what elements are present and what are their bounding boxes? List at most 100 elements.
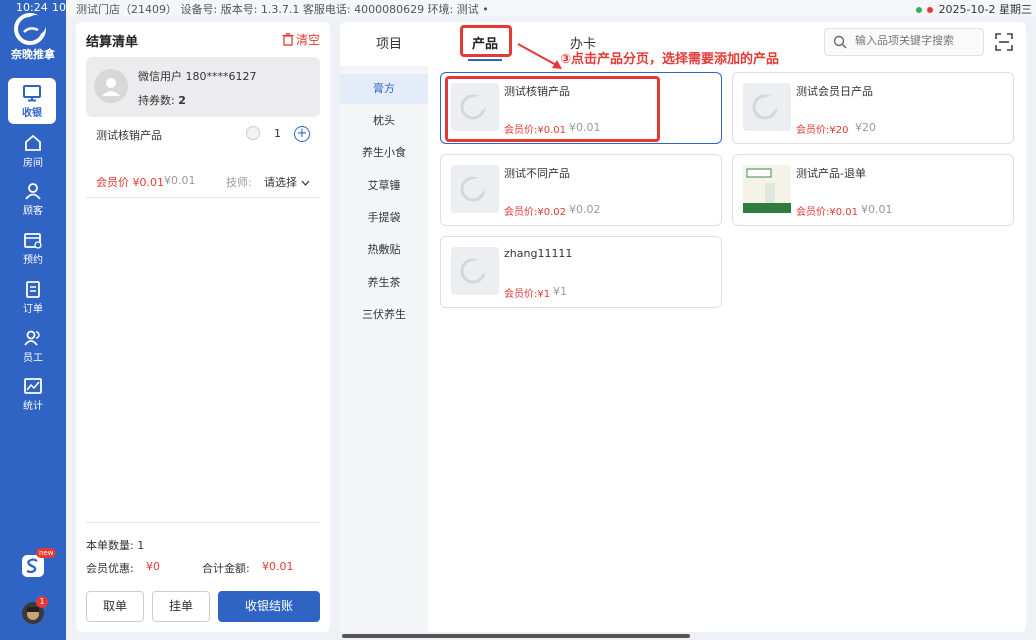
annotation-tab-highlight	[460, 25, 512, 57]
clear-label: 清空	[295, 33, 320, 47]
search-input[interactable]	[855, 34, 979, 47]
item-count: 本单数量: 1	[86, 539, 145, 552]
staff-icon	[24, 330, 40, 346]
product-thumbnail	[743, 165, 791, 213]
sidebar: 10:24 10 奈晚推拿 收银 房间 顾客 预约 订单 员工 统计 new 1	[0, 0, 66, 640]
product-card[interactable]: 测试产品-退单 会员价:¥0.01 ¥0.01	[732, 154, 1014, 226]
category-item[interactable]: 热敷贴	[340, 235, 428, 265]
nav-label: 订单	[23, 304, 43, 315]
clear-button[interactable]: 清空	[282, 31, 320, 48]
nav-label: 房间	[23, 158, 43, 169]
clipboard-icon	[26, 281, 40, 298]
tech-select[interactable]: 请选择	[264, 174, 310, 190]
member-card[interactable]: 微信用户 180****6127 持券数: 2	[86, 57, 320, 117]
product-name: 测试不同产品	[504, 167, 570, 180]
product-name: 测试产品-退单	[796, 167, 866, 180]
settlement-panel: 结算清单 清空 微信用户 180****6127 持券数: 2 测试核销产品 1…	[76, 22, 330, 632]
coupon-count: 持券数: 2	[138, 92, 186, 108]
tab-underline	[468, 59, 502, 61]
product-card[interactable]: 测试会员日产品 会员价:¥20 ¥20	[732, 72, 1014, 144]
avatar	[94, 69, 128, 103]
placeholder-logo-icon	[752, 94, 778, 120]
product-card[interactable]: 测试不同产品 会员价:¥0.02 ¥0.02	[440, 154, 722, 226]
avatar-placeholder-icon	[102, 78, 120, 96]
divider	[86, 522, 320, 523]
qty-plus-button[interactable]: +	[294, 126, 310, 142]
qty-value: 1	[274, 127, 281, 140]
status-bar: 测试门店（21409） 设备号: 版本号: 1.3.7.1 客服电话: 4000…	[0, 0, 1036, 16]
member-name: 微信用户 180****6127	[138, 70, 257, 83]
nav-room[interactable]: 房间	[0, 130, 66, 176]
category-item[interactable]: 三伏养生	[340, 300, 428, 330]
nav-customer[interactable]: 顾客	[0, 178, 66, 224]
product-name: 测试会员日产品	[796, 85, 873, 98]
product-member-price: 会员价:¥0.01	[796, 207, 858, 218]
qty-minus-button[interactable]	[246, 126, 260, 140]
status-date: 2025-10-2 星期三	[938, 3, 1032, 16]
category-item[interactable]: 养生小食	[340, 138, 428, 168]
search-box[interactable]	[824, 28, 984, 56]
total-value: ¥0.01	[262, 560, 294, 573]
printer-icon	[915, 7, 922, 13]
coupon-value: 2	[178, 94, 186, 107]
chart-icon	[24, 378, 42, 394]
hang-order-button[interactable]: 挂单	[152, 591, 210, 622]
record-icon	[927, 7, 934, 13]
cart-item-name: 测试核销产品	[96, 129, 162, 142]
total-label: 合计金额:	[202, 562, 250, 575]
category-item[interactable]: 手提袋	[340, 203, 428, 233]
logo-text: 奈晚推拿	[11, 48, 55, 61]
cart-item-orig-price: ¥0.01	[164, 174, 196, 187]
category-item[interactable]: 养生茶	[340, 268, 428, 298]
annotation-product-highlight	[445, 76, 660, 142]
nav-label: 收银	[22, 108, 42, 119]
trash-icon	[282, 33, 294, 46]
annotation-text: ③点击产品分页，选择需要添加的产品	[560, 52, 780, 67]
status-right: 2025-10-2 星期三	[915, 1, 1032, 17]
placeholder-logo-icon	[460, 258, 486, 284]
category-item[interactable]: 艾草锤	[340, 171, 428, 201]
checkout-button[interactable]: 收银结账	[218, 591, 320, 622]
placeholder-logo-icon	[460, 176, 486, 202]
divider	[86, 197, 320, 198]
nav-order[interactable]: 订单	[0, 276, 66, 322]
discount-value: ¥0	[146, 560, 160, 573]
cart-item-price: 会员价 ¥0.01	[96, 176, 164, 189]
nav-label: 员工	[23, 353, 43, 364]
nav-appointment[interactable]: 预约	[0, 227, 66, 273]
search-icon	[833, 35, 847, 49]
product-thumbnail	[451, 165, 499, 213]
tech-select-label: 请选择	[264, 176, 297, 189]
calendar-icon	[24, 233, 42, 249]
coupon-label: 持券数:	[138, 94, 175, 107]
product-thumbnail	[743, 83, 791, 131]
nav-label: 预约	[23, 255, 43, 266]
product-name: zhang11111	[504, 247, 573, 260]
product-orig-price: ¥0.02	[569, 203, 601, 216]
store-info: 测试门店（21409） 设备号: 版本号: 1.3.7.1 客服电话: 4000…	[76, 3, 489, 16]
product-member-price: 会员价:¥0.02	[504, 207, 566, 218]
monitor-icon	[23, 85, 41, 102]
scan-icon[interactable]	[994, 32, 1014, 52]
category-item[interactable]: 膏方	[340, 74, 428, 104]
notify-badge: 1	[36, 596, 48, 608]
nav-staff[interactable]: 员工	[0, 325, 66, 371]
clock-cont: 10	[52, 1, 66, 14]
home-indicator	[342, 634, 690, 638]
nav-stats[interactable]: 统计	[0, 373, 66, 419]
take-order-button[interactable]: 取单	[86, 591, 144, 622]
product-thumbnail	[451, 247, 499, 295]
chevron-down-icon	[301, 180, 309, 186]
product-photo-icon	[743, 165, 791, 213]
app-s-icon[interactable]	[22, 555, 44, 577]
new-badge: new	[36, 548, 57, 558]
nav-cashier[interactable]: 收银	[8, 78, 56, 124]
tab-project[interactable]: 项目	[376, 33, 402, 52]
category-list: 膏方 枕头 养生小食 艾草锤 手提袋 热敷贴 养生茶 三伏养生	[340, 66, 428, 632]
user-icon	[25, 183, 41, 200]
discount-label: 会员优惠:	[86, 562, 134, 575]
category-item[interactable]: 枕头	[340, 106, 428, 136]
product-member-price: 会员价:¥20	[796, 125, 849, 136]
product-card[interactable]: zhang11111 会员价:¥1 ¥1	[440, 236, 722, 308]
main-panel: 项目 产品 办卡 膏方 枕头 养生小食 艾草锤 手提袋 热敷贴 养生茶 三伏养生…	[340, 22, 1026, 632]
